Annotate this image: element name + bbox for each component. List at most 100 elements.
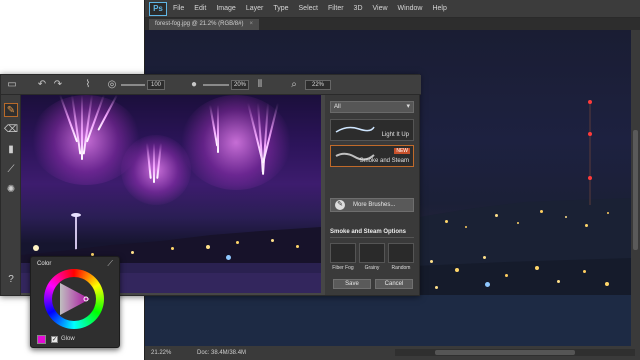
help-icon[interactable]: ? <box>4 273 18 287</box>
city-light <box>33 245 39 251</box>
city-light <box>540 210 543 213</box>
saturation-triangle[interactable] <box>54 279 94 319</box>
document-tab[interactable]: forest-fog.jpg @ 21.2% (RGB/8#) × <box>149 19 259 30</box>
status-zoom[interactable]: 21.22% <box>151 350 187 356</box>
city-light <box>483 256 486 259</box>
city-light <box>535 266 539 270</box>
city-light <box>435 286 438 289</box>
city-light <box>583 270 586 273</box>
color-picker-popup: Color ⟋ ✓ Glow <box>30 256 120 348</box>
city-light <box>455 268 459 272</box>
dropdown-value: All <box>334 104 341 110</box>
size-slider[interactable] <box>121 84 145 86</box>
menu-edit[interactable]: Edit <box>194 5 206 12</box>
size-icon: ◎ <box>107 79 117 90</box>
preset-label: Random <box>391 265 411 271</box>
preset-label: Fiber Fog <box>332 265 354 271</box>
preset-fiber-fog[interactable] <box>330 243 356 263</box>
cancel-button[interactable]: Cancel <box>375 279 413 289</box>
brush-name: Light It Up <box>381 132 409 138</box>
current-color-swatch[interactable] <box>37 335 46 344</box>
options-title: Smoke and Steam Options <box>330 229 407 235</box>
horizontal-scrollbar[interactable] <box>395 349 635 356</box>
photoshop-menubar: Ps File Edit Image Layer Type Select Fil… <box>145 0 640 18</box>
more-brushes-button[interactable]: ✎ More Brushes... <box>330 198 414 212</box>
menu-layer[interactable]: Layer <box>246 5 264 12</box>
brush-name: Smoke and Steam <box>359 158 409 164</box>
menu-select[interactable]: Select <box>299 5 318 12</box>
undo-icon[interactable]: ↶ <box>35 78 49 92</box>
status-doc-size: Doc: 38.4M/38.4M <box>197 350 247 356</box>
document-icon[interactable]: ▭ <box>5 78 19 92</box>
city-light <box>505 274 508 277</box>
preset-label: Grainy <box>364 265 380 271</box>
menu-filter[interactable]: Filter <box>328 5 344 12</box>
save-button[interactable]: Save <box>333 279 371 289</box>
vertical-scrollbar[interactable] <box>631 30 640 346</box>
zoom-icon: ⌕ <box>291 79 297 90</box>
menu-window[interactable]: Window <box>398 5 423 12</box>
hue-ring[interactable] <box>44 269 104 329</box>
city-light <box>585 224 588 227</box>
screenshot-root: Ps File Edit Image Layer Type Select Fil… <box>0 0 640 360</box>
new-badge: NEW <box>394 148 410 154</box>
preset-grainy[interactable] <box>359 243 385 263</box>
city-light <box>495 214 498 217</box>
city-light <box>206 245 210 249</box>
menu-file[interactable]: File <box>173 5 184 12</box>
zoom-value-field[interactable]: 22% <box>305 80 331 90</box>
marker-tool-icon[interactable]: ▮ <box>4 143 18 157</box>
app-toolbar: ▭ ↶ ↷ ⌇ ◎ 100 ● 20% ⫴ ⌕ 22% <box>1 75 421 95</box>
city-light <box>607 212 609 214</box>
redo-icon[interactable]: ↷ <box>51 78 65 92</box>
city-light <box>517 222 519 224</box>
menu-view[interactable]: View <box>373 5 388 12</box>
brush-category-dropdown[interactable]: All ▾ <box>330 101 414 113</box>
pen-icon: ✎ <box>335 200 345 210</box>
city-light <box>296 245 299 248</box>
preset-random[interactable] <box>388 243 414 263</box>
eraser-tool-icon[interactable]: ⌫ <box>4 123 18 137</box>
eyedropper-icon[interactable]: ⟋ <box>107 259 113 269</box>
brush-tip-icon[interactable]: ⌇ <box>81 78 95 92</box>
more-brushes-label: More Brushes... <box>353 202 396 208</box>
city-light <box>271 239 274 242</box>
document-tab-bar: forest-fog.jpg @ 21.2% (RGB/8#) × <box>145 18 640 30</box>
scroll-thumb[interactable] <box>435 350 575 355</box>
city-light <box>465 226 467 228</box>
pressure-icon[interactable]: ⫴ <box>253 78 267 92</box>
city-light <box>605 282 609 286</box>
city-light <box>226 255 231 260</box>
city-light <box>236 241 239 244</box>
scroll-thumb[interactable] <box>633 130 638 250</box>
menu-help[interactable]: Help <box>432 5 446 12</box>
color-wheel-tool-icon[interactable]: ✺ <box>4 183 18 197</box>
close-icon[interactable]: × <box>249 21 253 27</box>
eyedropper-tool-icon[interactable]: ⟋ <box>4 163 18 177</box>
chevron-down-icon: ▾ <box>406 103 410 110</box>
photoshop-logo: Ps <box>149 1 167 16</box>
brush-stroke-preview <box>335 126 375 133</box>
city-light <box>131 251 134 254</box>
city-light <box>171 247 174 250</box>
divider <box>330 237 414 238</box>
color-picker-title: Color <box>37 261 52 267</box>
menu-3d[interactable]: 3D <box>354 5 363 12</box>
menu-image[interactable]: Image <box>216 5 235 12</box>
brush-tool-icon[interactable]: ✎ <box>4 103 18 117</box>
brush-panel: All ▾ Light It Up NEW Smoke and Steam ✎ … <box>325 95 419 295</box>
city-light <box>565 216 567 218</box>
glow-label: Glow <box>61 336 75 342</box>
opacity-value-field[interactable]: 20% <box>231 80 249 90</box>
city-light <box>557 280 560 283</box>
glow-checkbox[interactable]: ✓ <box>51 336 58 343</box>
brush-item-smoke-and-steam[interactable]: NEW Smoke and Steam <box>330 145 414 167</box>
photoshop-status-bar: 21.22% Doc: 38.4M/38.4M <box>145 346 640 360</box>
city-light <box>445 220 448 223</box>
app-tool-sidebar: ✎ ⌫ ▮ ⟋ ✺ ? <box>1 95 21 295</box>
menu-type[interactable]: Type <box>273 5 288 12</box>
opacity-slider[interactable] <box>203 84 229 86</box>
size-value-field[interactable]: 100 <box>147 80 165 90</box>
brush-item-light-it-up[interactable]: Light It Up <box>330 119 414 141</box>
opacity-icon: ● <box>190 79 198 90</box>
